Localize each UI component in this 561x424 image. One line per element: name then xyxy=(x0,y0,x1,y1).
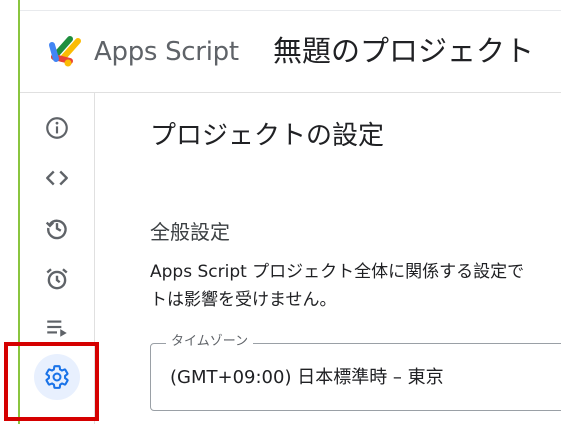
apps-script-logo xyxy=(49,36,81,67)
description-line-2: トは影響を受けません。 xyxy=(150,290,337,310)
sidebar-item-editor[interactable] xyxy=(38,159,76,197)
project-title[interactable]: 無題のプロジェクト xyxy=(273,32,534,70)
code-icon xyxy=(46,170,68,186)
general-settings-description: Apps Script プロジェクト全体に関係する設定で トは影響を受けません。 xyxy=(150,258,561,314)
sidebar-item-executions[interactable] xyxy=(38,308,76,346)
sidebar-item-triggers[interactable] xyxy=(38,260,76,298)
page-title: プロジェクトの設定 xyxy=(150,121,385,151)
sidebar-item-history[interactable] xyxy=(38,209,76,247)
timezone-label: タイムゾーン xyxy=(166,333,254,351)
alarm-icon xyxy=(46,268,68,290)
top-divider xyxy=(20,10,561,11)
history-icon xyxy=(45,219,67,240)
general-settings-heading: 全般設定 xyxy=(150,220,230,244)
info-icon xyxy=(46,117,68,139)
sidebar-item-overview[interactable] xyxy=(38,109,76,147)
header-divider xyxy=(20,92,561,93)
timezone-value[interactable]: (GMT+09:00) 日本標準時 – 東京 xyxy=(170,365,444,391)
executions-icon xyxy=(47,320,67,337)
app-name: Apps Script xyxy=(94,37,239,67)
description-line-1: Apps Script プロジェクト全体に関係する設定で xyxy=(150,262,525,282)
highlight-box xyxy=(4,342,99,421)
